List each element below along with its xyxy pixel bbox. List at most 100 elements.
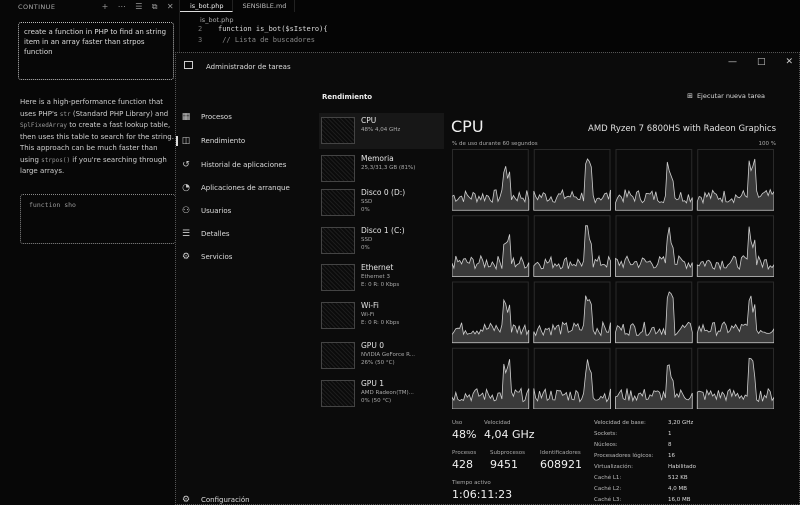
nav-item-details[interactable]: ☰ Detalles xyxy=(176,224,316,244)
core-graph xyxy=(696,149,774,211)
nav-item-app-history[interactable]: ↺ Historial de aplicaciones xyxy=(176,155,316,175)
expand-icon[interactable]: ⧉ xyxy=(152,2,158,12)
close-icon[interactable]: ✕ xyxy=(167,2,174,12)
core-usage-line xyxy=(696,158,774,211)
nav-item-services[interactable]: ⚙ Servicios xyxy=(176,247,316,267)
spec-l1-cache: Caché L1: 512 KB xyxy=(594,475,716,485)
stat-value: 9451 xyxy=(490,458,518,471)
users-icon: ⚇ xyxy=(181,206,191,216)
core-usage-line xyxy=(533,158,611,211)
spec-key: Virtualización: xyxy=(594,464,634,470)
device-sub: NVIDIA GeForce R... xyxy=(361,352,416,358)
stat-handles: Identificadores 608921 xyxy=(540,450,582,471)
device-value: 26% (50 °C) xyxy=(361,360,395,366)
tab-sensible[interactable]: SENSIBLE.md xyxy=(233,0,296,12)
nav-label: Aplicaciones de arranque xyxy=(201,184,290,192)
core-graph xyxy=(533,215,611,277)
nav-item-users[interactable]: ⚇ Usuarios xyxy=(176,201,316,221)
spec-l2-cache: Caché L2: 4,0 MB xyxy=(594,486,716,496)
window-controls: — □ ✕ xyxy=(728,57,793,67)
stat-uptime: Tiempo activo 1:06:11:23 xyxy=(452,480,512,501)
spec-value: 3,20 GHz xyxy=(668,420,694,426)
stat-usage: Uso 48% xyxy=(452,420,476,441)
device-name: Ethernet xyxy=(361,263,394,272)
chat-panel: CONTINUE + ⋯ ☰ ⧉ ✕ create a function in … xyxy=(0,0,180,505)
device-memory[interactable]: Memoria 25,3/31,3 GB (81%) xyxy=(319,151,444,187)
device-wifi[interactable]: Wi-Fi Wi-Fi E: 0 R: 0 Kbps xyxy=(319,298,444,334)
stat-label: Procesos xyxy=(452,450,477,456)
nav-item-processes[interactable]: ▦ Procesos xyxy=(176,107,316,127)
device-disk-1[interactable]: Disco 1 (C:) SSD 0% xyxy=(319,223,444,259)
processes-icon: ▦ xyxy=(181,112,191,122)
performance-icon: ◫ xyxy=(181,136,191,146)
task-manager-window: Administrador de tareas — □ ✕ ▦ Procesos… xyxy=(175,52,800,505)
chat-header: CONTINUE + ⋯ ☰ ⧉ ✕ xyxy=(0,0,180,14)
device-ethernet[interactable]: Ethernet Ethernet 3 E: 0 R: 0 Kbps xyxy=(319,260,444,296)
window-title: Administrador de tareas xyxy=(206,63,291,71)
close-button[interactable]: ✕ xyxy=(785,57,793,67)
maximize-button[interactable]: □ xyxy=(757,57,766,67)
minimize-button[interactable]: — xyxy=(728,57,737,67)
core-graph xyxy=(452,281,530,344)
code-comment: // Lista de buscadores xyxy=(218,36,315,44)
core-usage-line xyxy=(452,359,530,409)
stat-value: 428 xyxy=(452,458,473,471)
core-graph xyxy=(533,281,611,344)
device-value: E: 0 R: 0 Kbps xyxy=(361,320,400,326)
device-thumbnail xyxy=(321,155,355,182)
new-task-button[interactable]: ⊞ Ejecutar nueva tarea xyxy=(687,92,765,100)
nav-item-performance[interactable]: ◫ Rendimiento xyxy=(176,131,316,151)
core-usage-line xyxy=(452,166,530,211)
user-prompt[interactable]: create a function in PHP to find an stri… xyxy=(18,22,174,80)
stat-value: 1:06:11:23 xyxy=(452,488,513,501)
history-icon[interactable]: ☰ xyxy=(135,2,143,12)
editor-lines[interactable]: 2 function is_bot($sIstero){ 3 // Lista d… xyxy=(180,24,800,46)
title-bar[interactable]: Administrador de tareas — □ ✕ xyxy=(176,53,799,77)
task-manager-icon xyxy=(184,61,193,69)
nav-item-startup-apps[interactable]: ◔ Aplicaciones de arranque xyxy=(176,178,316,198)
device-sub: Wi-Fi xyxy=(361,312,375,318)
chat-header-title: CONTINUE xyxy=(18,3,56,11)
device-name: GPU 0 xyxy=(361,341,384,350)
spec-value: 4,0 MB xyxy=(668,486,688,492)
stat-value: 608921 xyxy=(540,458,582,471)
spec-value: 512 KB xyxy=(668,475,688,481)
nav-label: Detalles xyxy=(201,230,230,238)
device-thumbnail xyxy=(321,380,355,407)
device-sub: AMD Radeon(TM)... xyxy=(361,390,414,396)
device-disk-0[interactable]: Disco 0 (D:) SSD 0% xyxy=(319,185,444,221)
device-sub: SSD xyxy=(361,199,373,205)
device-gpu-0[interactable]: GPU 0 NVIDIA GeForce R... 26% (50 °C) xyxy=(319,338,444,374)
spec-logical-processors: Procesadores lógicos: 16 xyxy=(594,453,716,463)
nav-item-settings[interactable]: ⚙ Configuración xyxy=(176,490,316,505)
more-icon[interactable]: ⋯ xyxy=(118,2,126,12)
device-sub: SSD xyxy=(361,237,373,243)
code-block[interactable]: function sho xyxy=(20,194,176,244)
line-number: 2 xyxy=(198,25,203,33)
device-sub: 25,3/31,3 GB (81%) xyxy=(361,165,416,171)
breadcrumb[interactable]: is_bot.php xyxy=(180,12,800,24)
core-graph xyxy=(696,347,774,409)
new-task-icon: ⊞ xyxy=(687,92,693,100)
device-gpu-1[interactable]: GPU 1 AMD Radeon(TM)... 0% (50 °C) xyxy=(319,376,444,412)
spec-virtualization: Virtualización: Habilitado xyxy=(594,464,716,474)
core-graph xyxy=(452,347,530,409)
code-line: 3 // Lista de buscadores xyxy=(198,35,800,46)
device-value: E: 0 R: 0 Kbps xyxy=(361,282,400,288)
new-chat-icon[interactable]: + xyxy=(102,2,109,12)
core-graph xyxy=(452,149,530,211)
device-name: GPU 1 xyxy=(361,379,384,388)
utilization-label: % de uso durante 60 segundos xyxy=(452,141,538,147)
inline-code: strpos() xyxy=(41,156,71,164)
tab-is-bot[interactable]: is_bot.php xyxy=(180,0,233,12)
device-cpu[interactable]: CPU 48% 4,04 GHz xyxy=(319,113,444,149)
spec-value: 16,0 MB xyxy=(668,497,691,503)
device-value: 0% xyxy=(361,245,370,251)
chat-header-actions: + ⋯ ☰ ⧉ ✕ xyxy=(102,2,174,12)
device-name: CPU xyxy=(361,116,377,125)
nav-label: Servicios xyxy=(201,253,233,261)
core-usage-line xyxy=(696,295,774,344)
spec-key: Caché L2: xyxy=(594,486,622,492)
inline-code: str xyxy=(59,110,71,118)
stat-value: 4,04 GHz xyxy=(484,428,535,441)
